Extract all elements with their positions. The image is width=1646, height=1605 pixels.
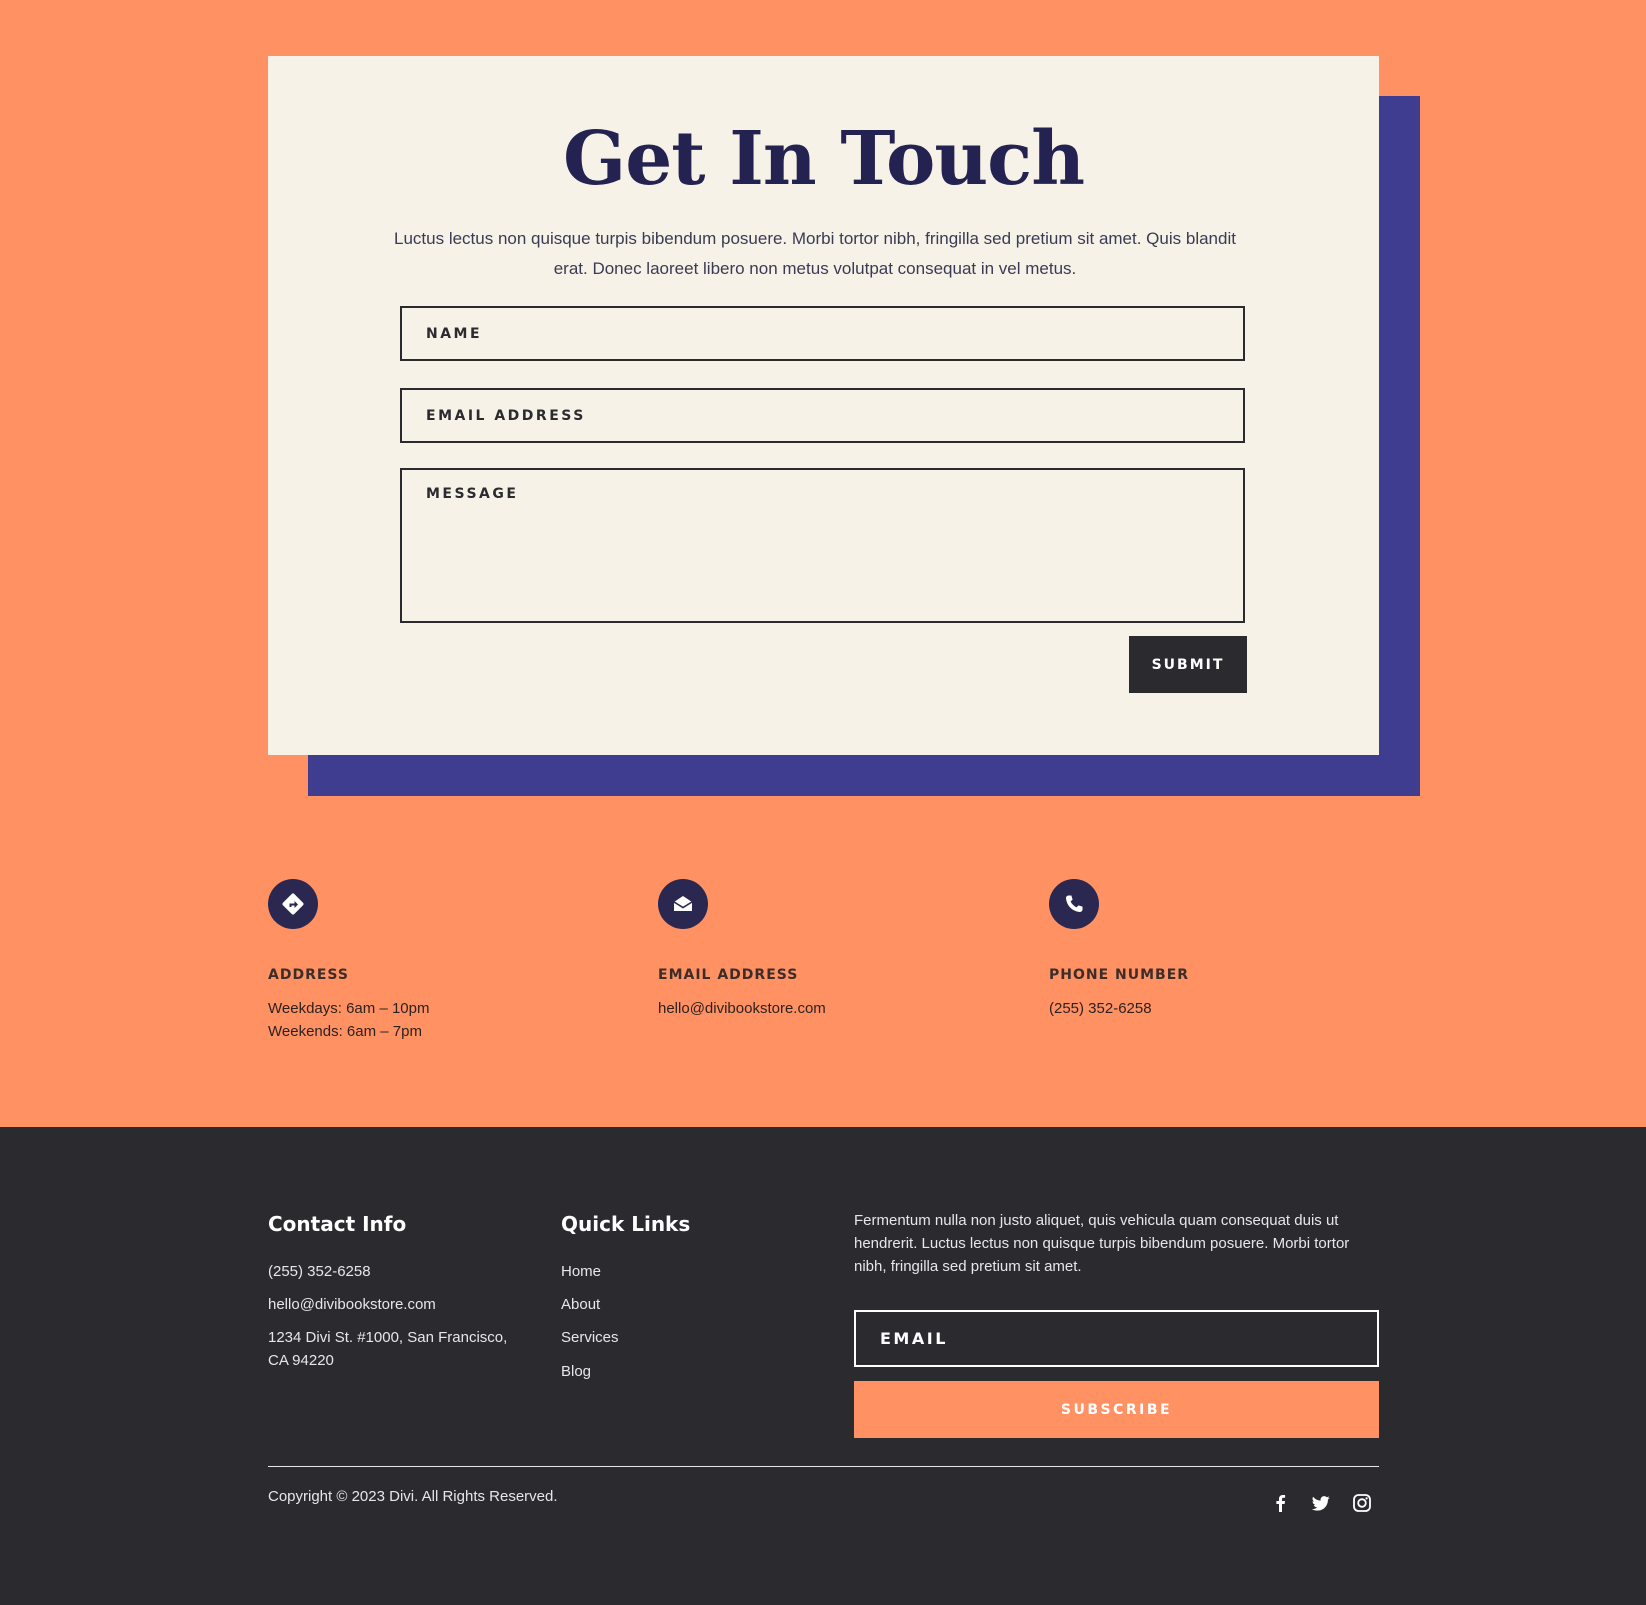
footer-email[interactable]: hello@divibookstore.com: [268, 1293, 436, 1316]
footer-divider: [268, 1466, 1379, 1467]
footer-link-blog[interactable]: Blog: [561, 1363, 591, 1380]
newsletter-text: Fermentum nulla non justo aliquet, quis …: [854, 1212, 1350, 1275]
footer-link-about[interactable]: About: [561, 1296, 600, 1313]
weekend-hours: Weekends: 6am – 7pm: [268, 1023, 422, 1040]
facebook-icon[interactable]: [1270, 1493, 1290, 1513]
newsletter-email-input[interactable]: [854, 1310, 1379, 1367]
phone-label: PHONE NUMBER: [1049, 967, 1190, 983]
email-label: EMAIL ADDRESS: [658, 967, 799, 983]
footer-phone[interactable]: (255) 352-6258: [268, 1260, 371, 1283]
quick-links-heading: Quick Links: [561, 1212, 691, 1236]
subscribe-button[interactable]: SUBSCRIBE: [854, 1381, 1379, 1438]
page-title: Get In Touch: [563, 116, 1085, 202]
intro-text: Luctus lectus non quisque turpis bibendu…: [394, 229, 1236, 278]
message-field[interactable]: [400, 468, 1245, 623]
phone-info: PHONE NUMBER (255) 352-6258: [1049, 879, 1409, 1020]
email-field[interactable]: [400, 388, 1245, 443]
footer-address-line2: CA 94220: [268, 1352, 334, 1369]
envelope-open-icon: [658, 879, 708, 929]
instagram-icon[interactable]: [1352, 1493, 1372, 1513]
footer: Contact Info (255) 352-6258 hello@divibo…: [0, 1127, 1646, 1605]
footer-link-services[interactable]: Services: [561, 1329, 619, 1346]
twitter-icon[interactable]: [1311, 1493, 1331, 1513]
phone-icon: [1049, 879, 1099, 929]
address-label: ADDRESS: [268, 967, 349, 983]
footer-address-line1: 1234 Divi St. #1000, San Francisco,: [268, 1329, 508, 1346]
phone-value[interactable]: (255) 352-6258: [1049, 997, 1409, 1020]
copyright-text: Copyright © 2023 Divi. All Rights Reserv…: [268, 1488, 558, 1505]
email-value[interactable]: hello@divibookstore.com: [658, 997, 1018, 1020]
name-field[interactable]: [400, 306, 1245, 361]
submit-button[interactable]: SUBMIT: [1129, 636, 1247, 693]
email-info: EMAIL ADDRESS hello@divibookstore.com: [658, 879, 1018, 1020]
contact-info-heading: Contact Info: [268, 1212, 407, 1236]
footer-link-home[interactable]: Home: [561, 1263, 601, 1280]
address-info: ADDRESS Weekdays: 6am – 10pm Weekends: 6…: [268, 879, 628, 1043]
contact-section: Get In Touch Luctus lectus non quisque t…: [0, 0, 1646, 1127]
weekday-hours: Weekdays: 6am – 10pm: [268, 1000, 430, 1017]
contact-card: Get In Touch Luctus lectus non quisque t…: [268, 56, 1379, 755]
directions-icon: [268, 879, 318, 929]
